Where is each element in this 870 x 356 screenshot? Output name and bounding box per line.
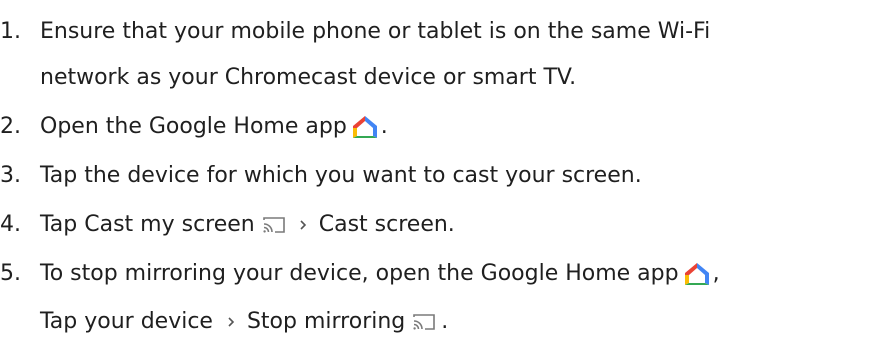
step-1-continuation: network as your Chromecast device or sma… (0, 56, 576, 100)
step-text: network as your Chromecast device or sma… (40, 65, 577, 90)
chevron-right-icon (228, 317, 235, 327)
google-home-icon (352, 116, 377, 138)
step-text-end: Cast screen. (318, 212, 455, 237)
step-2: 2. Open the Google Home app . (0, 105, 388, 149)
step-text: Stop mirroring (246, 309, 406, 334)
instruction-steps: 1. Ensure that your mobile phone or tabl… (0, 0, 870, 356)
step-number: 4. (0, 212, 21, 237)
google-home-icon (684, 263, 709, 285)
step-5-continuation: Tap your device Stop mirroring . (0, 300, 448, 344)
step-1: 1. Ensure that your mobile phone or tabl… (0, 10, 710, 54)
step-text: Open the Google Home app (40, 114, 347, 139)
step-text: Tap your device (40, 309, 213, 334)
step-text-end: . (441, 309, 449, 334)
step-text-end: , (712, 261, 720, 286)
step-text: Tap the device for which you want to cas… (40, 163, 642, 188)
step-number: 3. (0, 163, 21, 188)
step-4: 4. Tap Cast my screen Cast screen. (0, 203, 455, 247)
step-text: Tap Cast my screen (40, 212, 255, 237)
step-text: To stop mirroring your device, open the … (40, 261, 679, 286)
cast-screen-icon (262, 217, 285, 233)
cast-screen-icon (413, 314, 436, 330)
step-number: 2. (0, 114, 21, 139)
step-text-end: . (380, 114, 388, 139)
step-3: 3. Tap the device for which you want to … (0, 154, 642, 198)
step-5: 5. To stop mirroring your device, open t… (0, 252, 720, 296)
step-text: Ensure that your mobile phone or tablet … (40, 19, 711, 44)
step-number: 1. (0, 19, 21, 44)
chevron-right-icon (300, 220, 306, 230)
step-number: 5. (0, 261, 21, 286)
